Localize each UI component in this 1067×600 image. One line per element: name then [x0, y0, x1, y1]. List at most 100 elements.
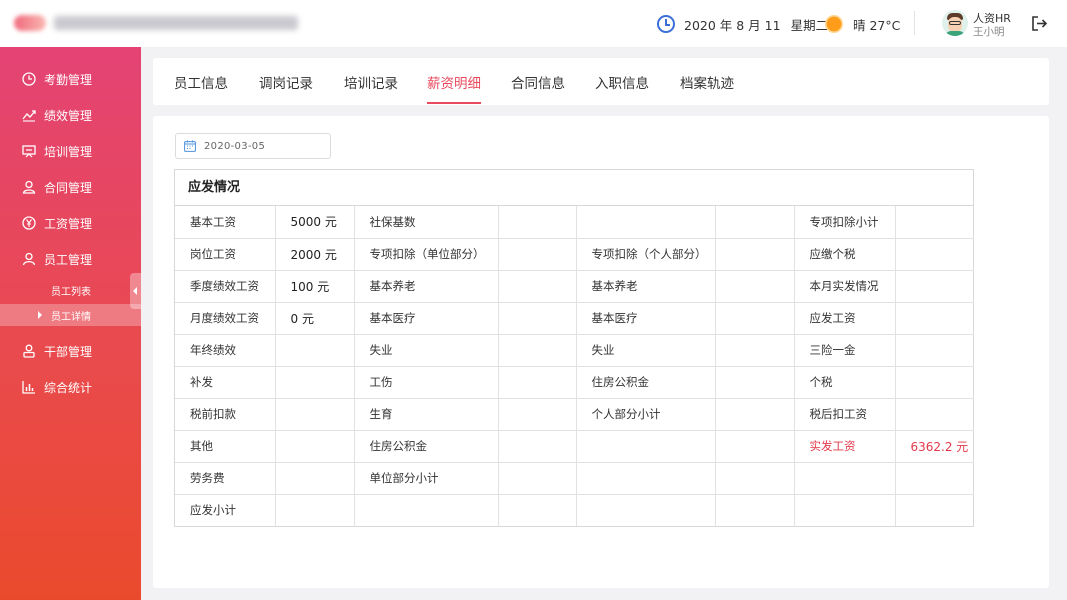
table-row: 岗位工资 2000 元专项扣除（单位部分） 专项扣除（个人部分） 应缴个税: [175, 238, 974, 271]
table-cell-value: [498, 494, 577, 526]
table-cell-label: 劳务费: [175, 462, 276, 495]
tab-archive-track[interactable]: 档案轨迹: [680, 58, 734, 105]
sidebar-item-label: 综合统计: [44, 380, 93, 395]
table-cell-label: 应发工资: [794, 302, 896, 335]
tab-training-records[interactable]: 培训记录: [344, 58, 398, 105]
table-cell-label: 单位部分小计: [354, 462, 499, 495]
calendar-icon: [184, 140, 196, 152]
table-cell-value: [895, 302, 974, 335]
table-cell-value: [498, 398, 577, 431]
sun-icon: [825, 15, 843, 33]
table-cell-label: 税后扣工资: [794, 398, 896, 431]
sidebar-item-label: 考勤管理: [44, 72, 93, 87]
sidebar-item-contract[interactable]: 合同管理: [0, 172, 141, 202]
tab-contract-info[interactable]: 合同信息: [511, 58, 565, 105]
table-cell-label: 失业: [576, 334, 716, 367]
table-cell-value: [895, 366, 974, 399]
table-cell-label: 年终绩效: [175, 334, 276, 367]
header-divider: [914, 11, 915, 35]
sidebar-subitem-label: 员工详情: [51, 311, 91, 323]
table-row: 基本工资 5000 元社保基数 专项扣除小计: [175, 206, 974, 239]
table-row: 其他 住房公积金 实发工资 6362.2 元: [175, 430, 974, 463]
table-cell-label: 应缴个税: [794, 238, 896, 271]
table-cell-value: [715, 334, 795, 367]
sidebar-item-attendance[interactable]: 考勤管理: [0, 64, 141, 94]
table-cell-value: 6362.2 元: [895, 430, 974, 463]
table-row: 税前扣款 生育 个人部分小计 税后扣工资: [175, 398, 974, 431]
table-cell-value: [498, 206, 577, 239]
clock-icon: [22, 72, 36, 86]
tab-onboarding-info[interactable]: 入职信息: [595, 58, 649, 105]
tab-salary-detail[interactable]: 薪资明细: [427, 58, 481, 105]
avatar[interactable]: [942, 10, 968, 36]
table-row: 应发小计: [175, 494, 974, 526]
sidebar-subitem-employee-detail[interactable]: 员工详情: [0, 304, 141, 326]
table-cell-value: [895, 462, 974, 495]
table-cell-value: [895, 270, 974, 303]
sidebar-item-statistics[interactable]: 综合统计: [0, 372, 141, 402]
table-cell-value: [715, 206, 795, 239]
table-cell-label: 个税: [794, 366, 896, 399]
sidebar-item-salary[interactable]: 工资管理: [0, 208, 141, 238]
table-cell-value: [498, 270, 577, 303]
table-row: 月度绩效工资 0 元基本医疗 基本医疗 应发工资: [175, 302, 974, 335]
table-cell-value: [275, 462, 355, 495]
sidebar-item-training[interactable]: 培训管理: [0, 136, 141, 166]
yen-icon: [22, 216, 36, 230]
table-cell-label: [354, 494, 499, 526]
table-row: 补发 工伤 住房公积金 个税: [175, 366, 974, 399]
salary-table: 应发情况 基本工资 5000 元社保基数 专项扣除小计 岗位工资 2000 元专项扣除（…: [174, 169, 974, 527]
user-icon: [22, 180, 36, 194]
avatar-body: [945, 31, 965, 36]
salary-detail-panel: 2020-03-05 应发情况 基本工资 5000 元社保基数 专项扣除小计 岗位工资…: [153, 116, 1049, 588]
table-cell-value: [275, 366, 355, 399]
table-cell-label: 基本工资: [175, 206, 276, 239]
presentation-icon: [22, 144, 36, 158]
table-cell-value: [715, 398, 795, 431]
table-cell-value: [715, 302, 795, 335]
current-weekday: 星期二: [790, 17, 829, 33]
table-cell-label: 税前扣款: [175, 398, 276, 431]
table-cell-value: 2000 元: [275, 238, 355, 271]
table-cell-label: 基本医疗: [354, 302, 499, 335]
tab-employee-info[interactable]: 员工信息: [174, 58, 228, 105]
tab-bar: 员工信息 调岗记录 培训记录 薪资明细 合同信息 入职信息 档案轨迹: [153, 58, 1049, 105]
table-cell-label: [794, 494, 896, 526]
weather-text: 晴 27°C: [853, 17, 901, 33]
sidebar-subitem-label: 员工列表: [51, 286, 91, 298]
table-cell-value: [498, 430, 577, 463]
table-cell-value: 5000 元: [275, 206, 355, 239]
table-cell-label: 基本养老: [576, 270, 716, 303]
table-cell-label: 社保基数: [354, 206, 499, 239]
sidebar-item-label: 干部管理: [44, 344, 93, 359]
tab-transfer-records[interactable]: 调岗记录: [259, 58, 313, 105]
sidebar-item-cadre[interactable]: 干部管理: [0, 336, 141, 366]
table-cell-value: [275, 430, 355, 463]
table-cell-value: [275, 398, 355, 431]
caret-right-icon: [38, 311, 42, 319]
salary-grid: 基本工资 5000 元社保基数 专项扣除小计 岗位工资 2000 元专项扣除（单位部分）…: [175, 206, 974, 526]
table-cell-value: [275, 494, 355, 526]
table-cell-label: 个人部分小计: [576, 398, 716, 431]
sidebar-item-label: 合同管理: [44, 180, 93, 195]
table-cell-label: 其他: [175, 430, 276, 463]
sidebar-item-performance[interactable]: 绩效管理: [0, 100, 141, 130]
table-cell-value: [715, 462, 795, 495]
person-icon: [22, 252, 36, 266]
sidebar-collapse-handle[interactable]: [130, 273, 141, 309]
sidebar-subitem-employee-list[interactable]: 员工列表: [0, 279, 141, 301]
table-row: 劳务费 单位部分小计: [175, 462, 974, 495]
table-cell-value: [498, 366, 577, 399]
table-cell-label: 失业: [354, 334, 499, 367]
table-cell-label: [576, 206, 716, 239]
date-picker[interactable]: 2020-03-05: [175, 133, 331, 159]
table-cell-value: [275, 334, 355, 367]
app-logo[interactable]: [14, 12, 304, 34]
table-cell-label: [794, 462, 896, 495]
logout-icon[interactable]: [1031, 15, 1048, 32]
weather-display: 晴 27°C: [825, 15, 900, 33]
table-cell-label: 生育: [354, 398, 499, 431]
sidebar-item-employee[interactable]: 员工管理: [0, 244, 141, 274]
table-cell-value: [498, 238, 577, 271]
table-cell-label: 专项扣除（单位部分）: [354, 238, 499, 271]
